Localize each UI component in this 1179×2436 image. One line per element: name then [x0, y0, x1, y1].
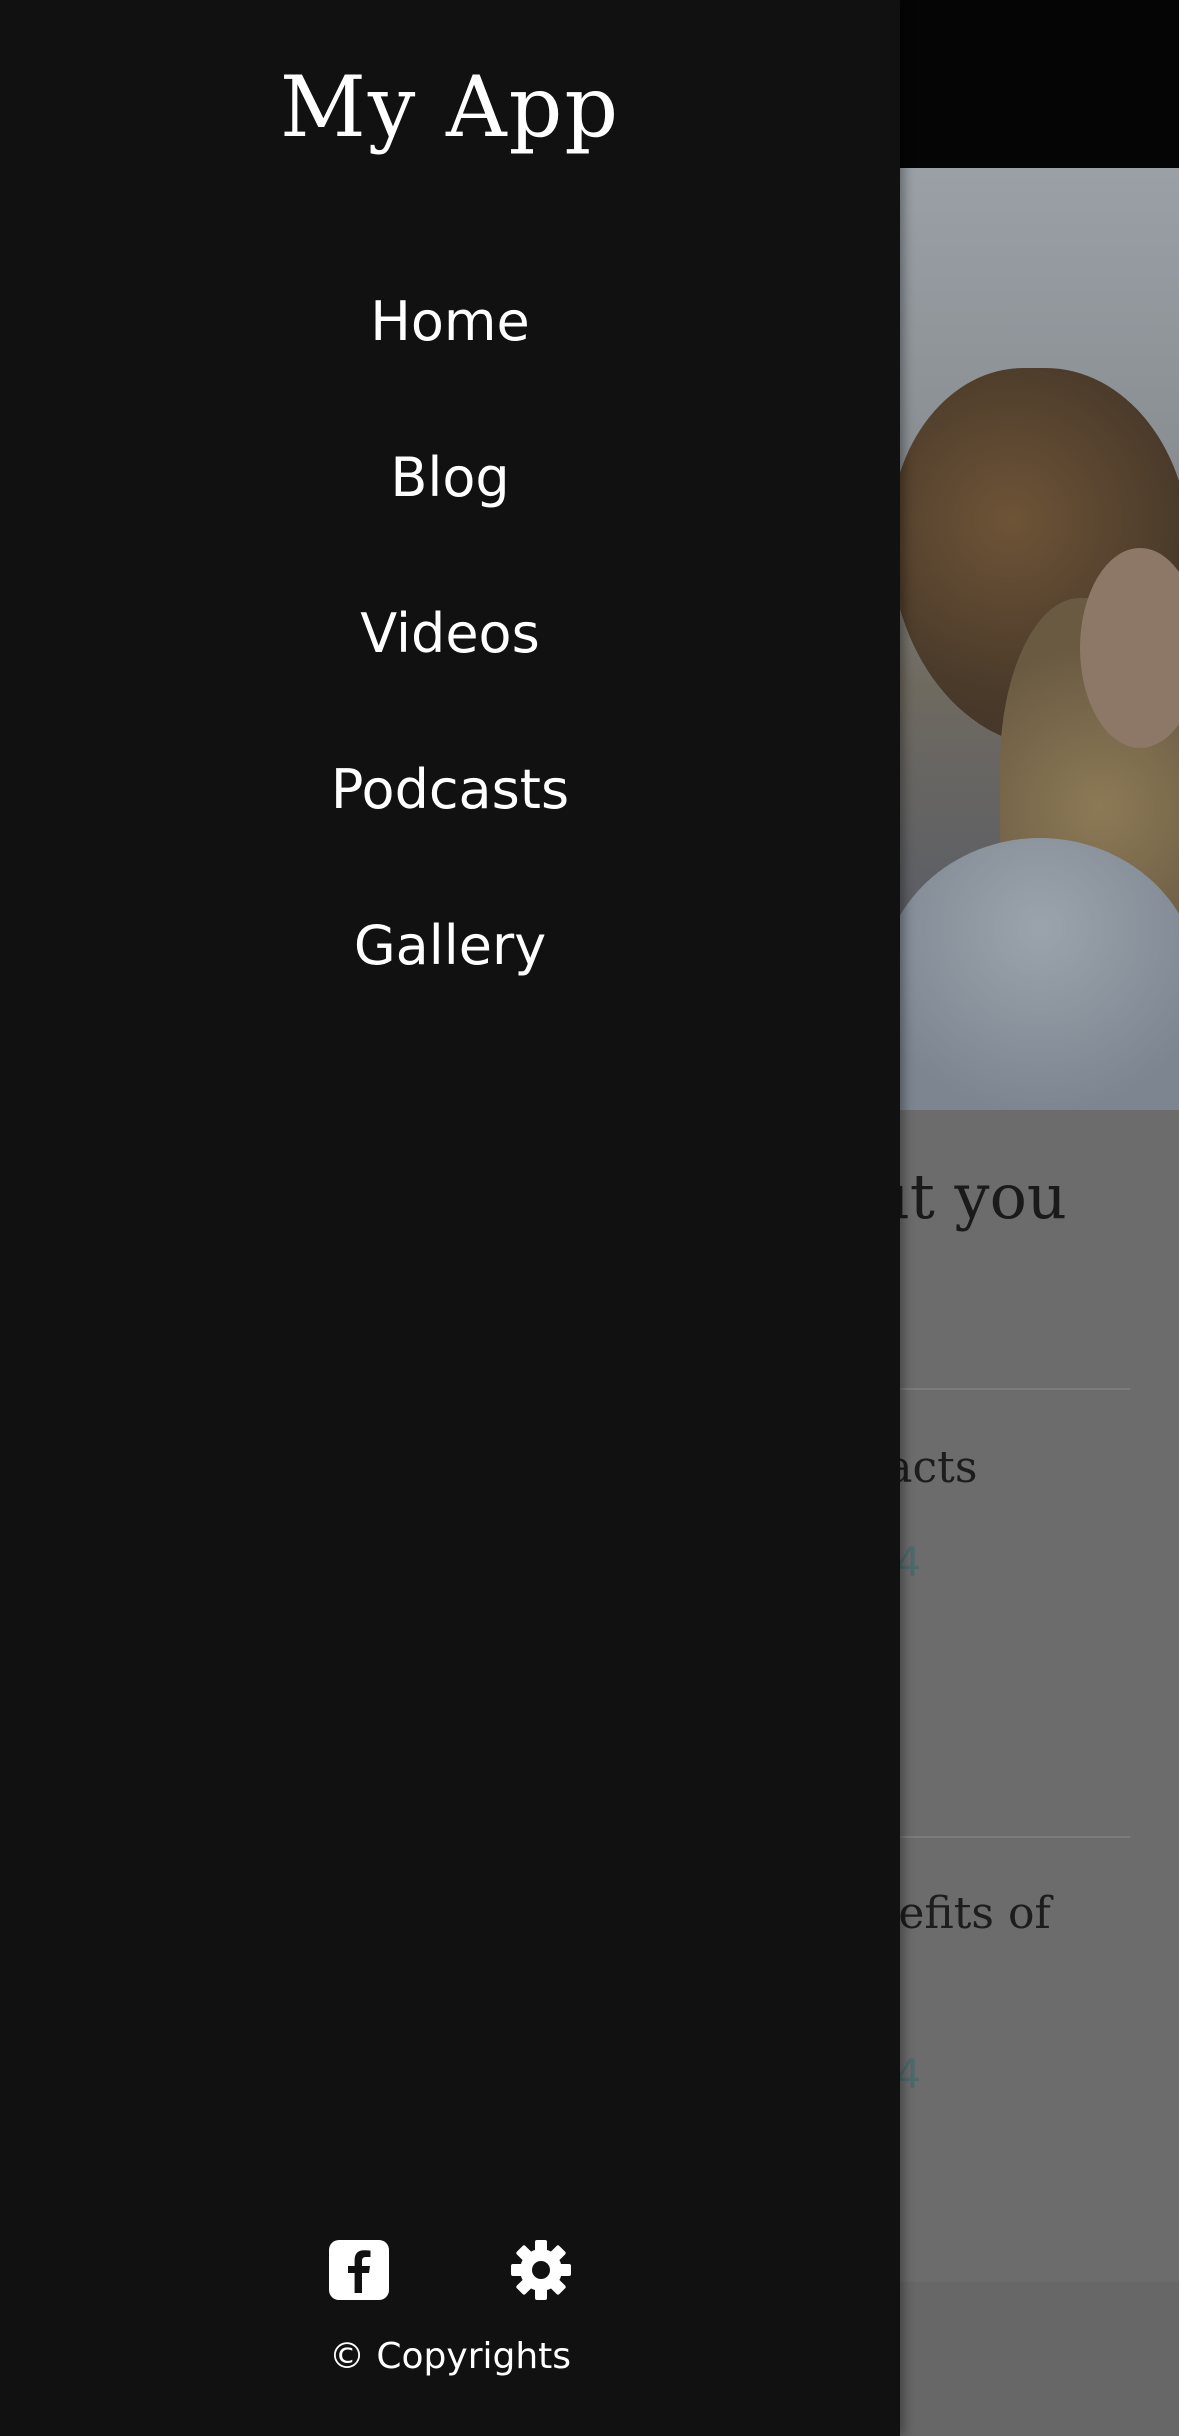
- nav-item-home[interactable]: Home: [0, 270, 900, 426]
- drawer-footer-icons: [0, 2238, 900, 2302]
- facebook-icon: [329, 2240, 389, 2300]
- settings-button[interactable]: [509, 2238, 573, 2302]
- app-title: My App: [279, 58, 621, 156]
- facebook-button[interactable]: [327, 2238, 391, 2302]
- settings-gear-icon: [511, 2240, 571, 2300]
- navigation-drawer: My App Home Blog Videos Podcasts Gallery: [0, 0, 900, 2436]
- hero-image-shape: [880, 838, 1179, 1110]
- background-divider: [870, 1836, 1130, 1838]
- nav-item-blog[interactable]: Blog: [0, 426, 900, 582]
- nav-item-gallery[interactable]: Gallery: [0, 894, 900, 1050]
- drawer-nav-list: Home Blog Videos Podcasts Gallery: [0, 270, 900, 1050]
- nav-item-podcasts[interactable]: Podcasts: [0, 738, 900, 894]
- copyright-text: © Copyrights: [328, 2336, 572, 2377]
- background-divider: [870, 1388, 1130, 1390]
- nav-item-videos[interactable]: Videos: [0, 582, 900, 738]
